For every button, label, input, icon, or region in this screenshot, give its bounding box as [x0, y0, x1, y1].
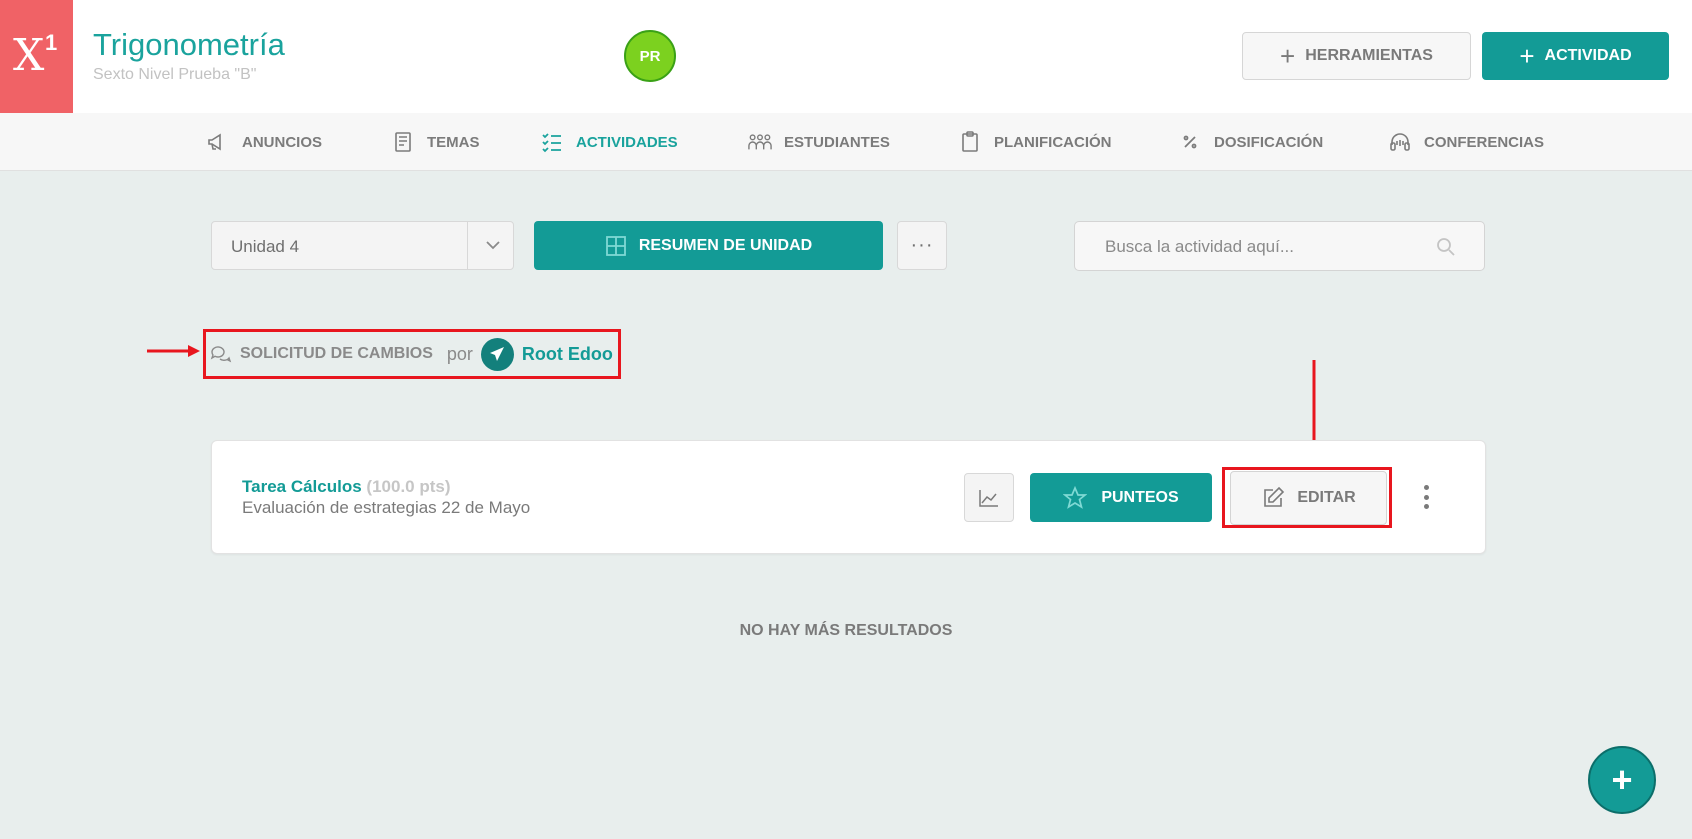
unit-select[interactable]: Unidad 4	[211, 221, 514, 270]
add-activity-button[interactable]: + ACTIVIDAD	[1482, 32, 1669, 80]
book-icon	[395, 132, 411, 152]
search-input[interactable]	[1105, 235, 1435, 259]
select-divider	[467, 222, 468, 269]
area-chart-icon	[979, 489, 998, 507]
nav-item-estudiantes[interactable]: ESTUDIANTES	[748, 113, 890, 171]
unit-summary-button[interactable]: RESUMEN DE UNIDAD	[534, 221, 883, 270]
clipboard-icon	[962, 131, 978, 152]
headset-icon	[1390, 133, 1410, 151]
app-logo[interactable]: X 1	[0, 0, 73, 113]
nav-label: TEMAS	[427, 133, 480, 151]
plus-icon: +	[1519, 41, 1535, 71]
logo-superscript: 1	[45, 30, 58, 55]
paper-plane-icon	[490, 347, 505, 361]
floating-add-button[interactable]: +	[1588, 746, 1656, 814]
annotation-arrow-right	[147, 345, 200, 357]
stats-button[interactable]	[964, 473, 1014, 522]
no-more-results: NO HAY MÁS RESULTADOS	[739, 622, 953, 639]
top-header: X 1 Trigonometría Sexto Nivel Prueba "B"…	[0, 0, 1692, 113]
nav-label: ACTIVIDADES	[576, 133, 678, 151]
students-icon	[748, 134, 772, 150]
nav-item-dosificacion[interactable]: DOSIFICACIÓN	[1178, 113, 1323, 171]
nav-label: CONFERENCIAS	[1424, 133, 1545, 151]
course-title: Trigonometría	[93, 27, 285, 62]
annotation-highlight-box	[1222, 467, 1392, 528]
nav-item-temas[interactable]: TEMAS	[391, 113, 480, 171]
more-options-button[interactable]: ···	[897, 221, 947, 270]
chat-bubbles-icon	[210, 346, 232, 363]
user-avatar[interactable]: PR	[624, 30, 676, 82]
kebab-menu-icon[interactable]	[1418, 481, 1434, 513]
activity-description: Evaluación de estrategias 22 de Mayo	[242, 498, 531, 517]
course-nav: ANUNCIOS TEMAS ACTIVIDADES ESTUDIANTES P…	[0, 113, 1692, 171]
course-subtitle: Sexto Nivel Prueba "B"	[93, 66, 257, 83]
grid-icon	[605, 235, 626, 256]
change-request-author[interactable]: Root Edoo	[522, 344, 613, 365]
plus-icon: +	[1280, 41, 1296, 71]
ellipsis-icon: ···	[910, 234, 934, 256]
change-request-connector: por	[446, 343, 473, 364]
activity-search	[1074, 221, 1485, 271]
nav-label: PLANIFICACIÓN	[994, 133, 1112, 151]
author-avatar	[480, 337, 514, 371]
add-activity-button-label: ACTIVIDAD	[1544, 47, 1632, 64]
scores-button[interactable]: PUNTEOS	[1030, 473, 1212, 522]
activity-title: Tarea Cálculos (100.0 pts)	[242, 477, 451, 497]
nav-label: DOSIFICACIÓN	[1214, 133, 1324, 151]
unit-summary-button-label: RESUMEN DE UNIDAD	[638, 236, 813, 254]
change-request-label: SOLICITUD DE CAMBIOS	[240, 345, 433, 362]
nav-item-planificacion[interactable]: PLANIFICACIÓN	[958, 113, 1112, 171]
search-icon[interactable]	[1436, 237, 1456, 257]
nav-item-conferencias[interactable]: CONFERENCIAS	[1388, 113, 1544, 171]
tools-button[interactable]: + HERRAMIENTAS	[1242, 32, 1471, 80]
chevron-down-icon[interactable]	[484, 236, 502, 254]
change-request-link[interactable]: SOLICITUD DE CAMBIOS por Root Edoo	[210, 336, 613, 372]
nav-label: ESTUDIANTES	[784, 133, 890, 151]
scores-button-label: PUNTEOS	[1101, 488, 1179, 506]
logo-letter: X	[13, 30, 45, 81]
percent-icon	[1183, 135, 1197, 149]
activity-name[interactable]: Tarea Cálculos	[242, 477, 362, 496]
activity-points: (100.0 pts)	[366, 477, 451, 496]
unit-select-value: Unidad 4	[231, 237, 300, 256]
nav-label: ANUNCIOS	[242, 133, 323, 151]
star-icon	[1063, 485, 1088, 509]
nav-item-anuncios[interactable]: ANUNCIOS	[206, 113, 322, 171]
checklist-icon	[542, 133, 561, 153]
nav-item-actividades[interactable]: ACTIVIDADES	[540, 113, 678, 171]
tools-button-label: HERRAMIENTAS	[1305, 47, 1433, 64]
megaphone-icon	[208, 133, 221, 151]
